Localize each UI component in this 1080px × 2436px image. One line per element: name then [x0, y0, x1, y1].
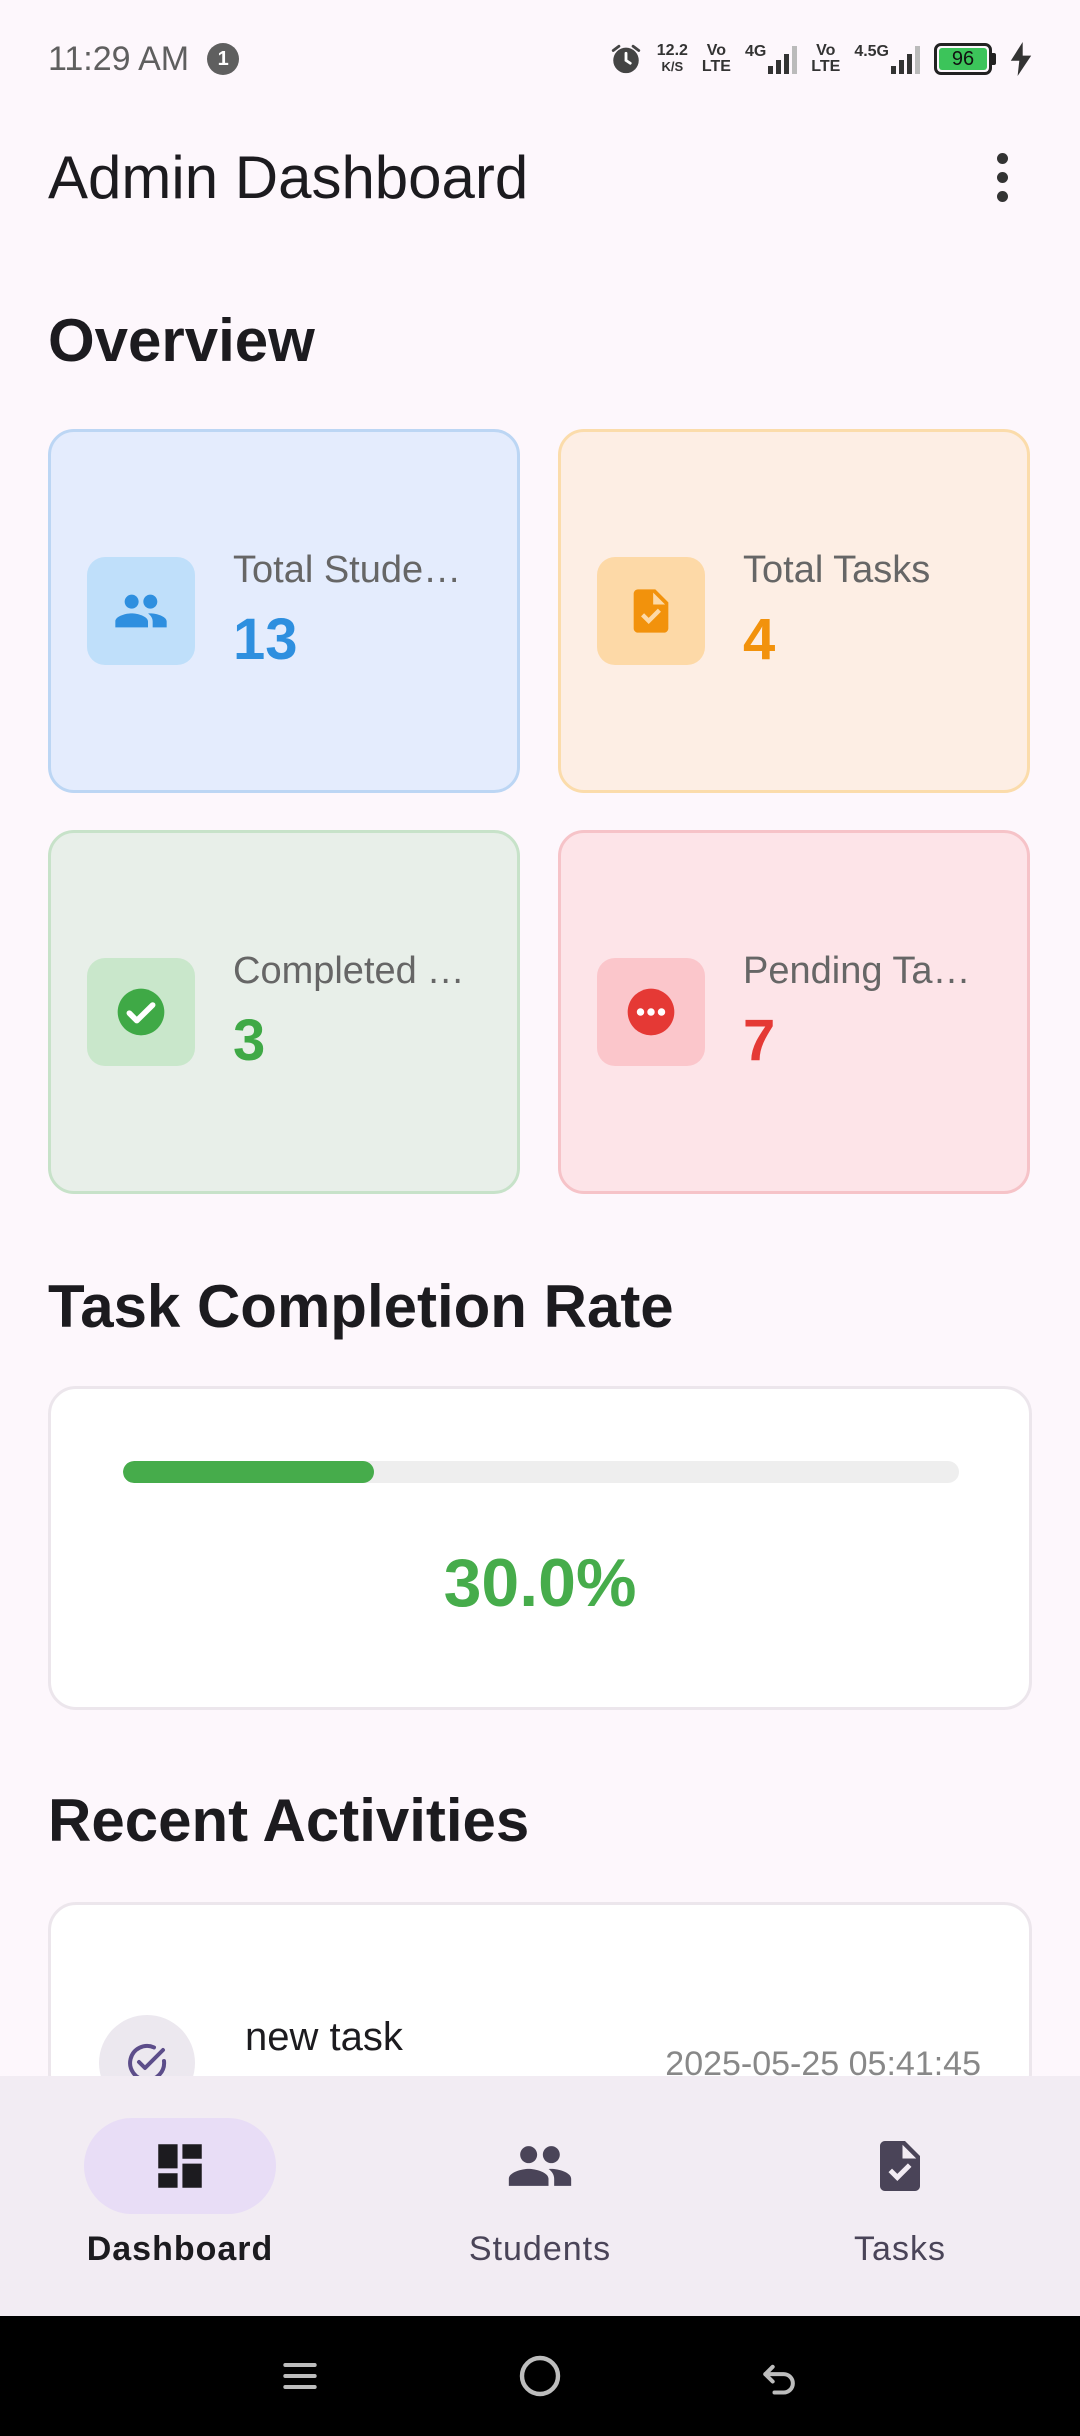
sim2-signal: 4.5G [854, 44, 920, 74]
nav-label: Dashboard [86, 2230, 274, 2268]
pending-icon [597, 958, 705, 1066]
notification-badge: 1 [207, 43, 240, 75]
sim2-volte: Vo LTE [811, 42, 841, 75]
status-right: 12.2 K/S Vo LTE 4G Vo LTE 4.5G 96 [609, 42, 1032, 76]
overview-title: Overview [48, 307, 315, 374]
signal-icon [891, 44, 920, 74]
completion-title: Task Completion Rate [48, 1273, 674, 1340]
task-icon [804, 2118, 996, 2214]
signal-icon [768, 44, 798, 74]
stat-card-pending-tasks[interactable]: Pending Tasks 7 [558, 830, 1030, 1194]
check-circle-icon [87, 958, 195, 1066]
status-left: 11:29 AM 1 [48, 39, 240, 79]
activity-title: new task [245, 2015, 403, 2059]
net-speed: 12.2 K/S [656, 42, 688, 75]
stat-label: Pending Tasks [743, 950, 983, 992]
bottom-navigation: Dashboard Students Tasks [0, 2076, 1080, 2316]
charging-icon [1010, 42, 1032, 76]
status-time: 11:29 AM [48, 39, 190, 78]
recent-activities-title: Recent Activities [48, 1787, 530, 1854]
more-vert-icon[interactable] [972, 137, 1032, 217]
home-icon[interactable] [505, 2341, 575, 2411]
sim1-signal: 4G [745, 44, 798, 74]
stat-label: Total Students [233, 549, 473, 591]
stat-value: 4 [743, 607, 776, 672]
stat-label: Total Tasks [743, 549, 931, 591]
task-document-icon [597, 557, 705, 665]
stat-card-total-tasks[interactable]: Total Tasks 4 [558, 429, 1030, 793]
status-bar: 11:29 AM 1 12.2 K/S Vo LTE 4G Vo LTE 4.5… [0, 0, 1080, 118]
sim1-volte: Vo LTE [701, 42, 731, 75]
completion-card: 30.0% [48, 1386, 1032, 1710]
nav-label: Students [468, 2230, 612, 2268]
menu-icon[interactable] [265, 2341, 335, 2411]
battery-icon: 96 [934, 43, 996, 75]
stat-value: 3 [233, 1008, 266, 1073]
people-icon [87, 557, 195, 665]
stat-value: 13 [233, 607, 298, 672]
completion-progress-fill [123, 1461, 374, 1483]
completion-progress-bar [123, 1461, 959, 1483]
stat-card-total-students[interactable]: Total Students 13 [48, 429, 520, 793]
nav-item-tasks[interactable]: Tasks [720, 2076, 1080, 2316]
stat-card-completed-tasks[interactable]: Completed Tasks 3 [48, 830, 520, 1194]
back-icon[interactable] [745, 2341, 815, 2411]
nav-label: Tasks [854, 2230, 946, 2268]
people-icon [444, 2118, 636, 2214]
activity-list: new task 2025-05-25 05:41:45 [48, 1902, 1032, 2102]
page-title: Admin Dashboard [48, 143, 529, 211]
nav-item-students[interactable]: Students [360, 2076, 720, 2316]
system-navigation-bar [0, 2316, 1080, 2436]
app-bar: Admin Dashboard [0, 118, 1080, 236]
dashboard-icon [84, 2118, 276, 2214]
nav-item-dashboard[interactable]: Dashboard [0, 2076, 360, 2316]
stat-value: 7 [743, 1008, 776, 1073]
alarm-icon [611, 44, 640, 74]
battery-level: 96 [939, 48, 987, 70]
completion-rate-text: 30.0% [443, 1545, 637, 1621]
stat-label: Completed Tasks [233, 950, 473, 992]
